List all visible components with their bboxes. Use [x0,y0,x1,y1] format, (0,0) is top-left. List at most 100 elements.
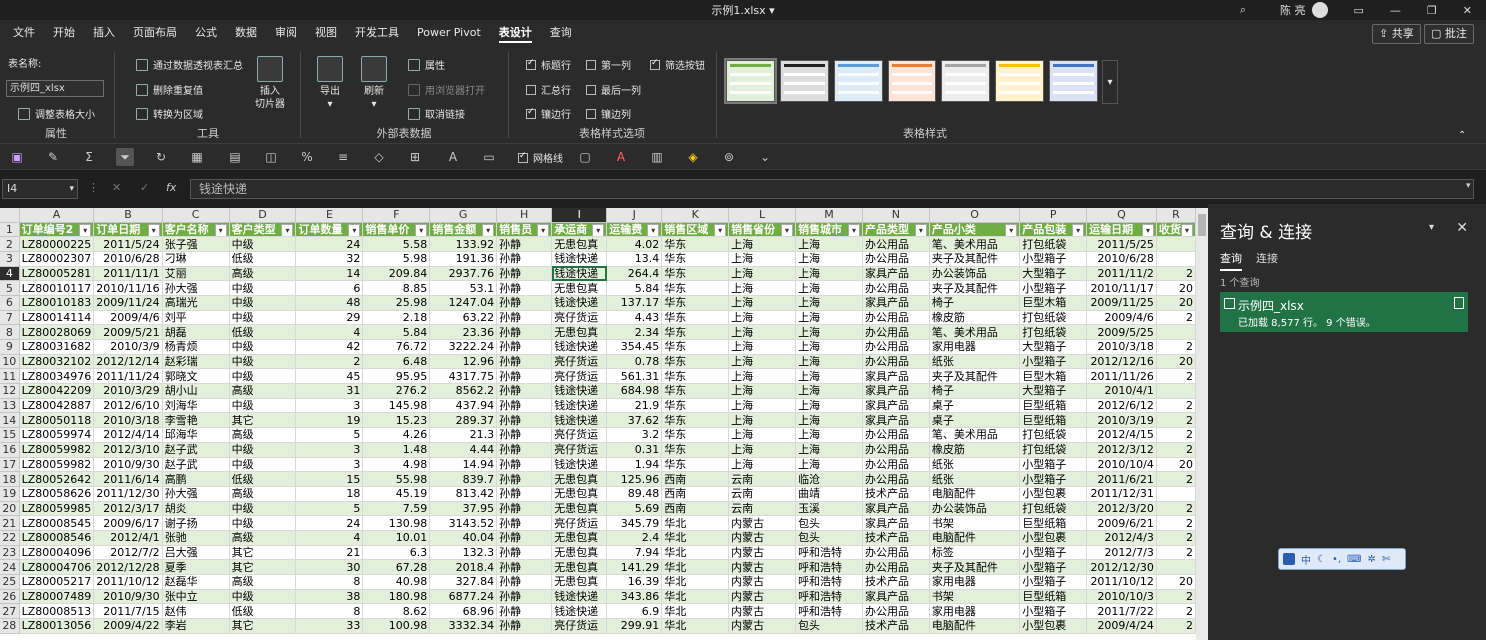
table-cell[interactable]: 孙静 [496,442,553,458]
table-cell[interactable]: 2 [1156,471,1196,487]
font-size-icon[interactable]: A [444,148,462,166]
row-number[interactable]: 26 [0,589,20,605]
table-cell[interactable]: 100.98 [362,618,431,634]
table-cell[interactable]: 上海 [795,368,863,385]
resize-table-button[interactable]: 调整表格大小 [18,106,95,121]
open-in-browser-button[interactable]: 用浏览器打开 [408,82,485,97]
table-cell[interactable]: 打包纸袋 [1019,324,1088,340]
table-cell[interactable]: 书架 [929,515,1021,531]
table-cell[interactable]: 赵子武 [162,457,230,473]
border-icon[interactable]: ▢ [576,148,594,166]
table-cell[interactable]: 办公用品 [862,324,930,340]
table-cell[interactable]: LZ80005217 [19,574,95,590]
table-cell[interactable]: 中级 [229,236,297,252]
row-number[interactable]: 23 [0,545,20,561]
table-cell[interactable] [1156,251,1196,267]
table-cell[interactable]: 华东 [661,457,730,473]
convert-to-range-button[interactable]: 转换为区域 [136,106,203,121]
table-cell[interactable]: 橡皮筋 [929,442,1021,458]
table-cell[interactable]: 2 [1156,589,1196,605]
moon-icon[interactable]: ☾ [1317,554,1326,565]
table-cell[interactable]: 2010/3/19 [1086,412,1157,429]
table-cell[interactable]: 华北 [661,618,730,634]
table-cell[interactable]: 95.95 [362,368,431,385]
table-cell[interactable]: 笔、美术用品 [929,427,1021,443]
table-cell[interactable]: 中级 [229,515,297,531]
table-cell[interactable]: 813.42 [429,486,498,502]
table-cell[interactable]: 2009/4/22 [93,618,163,634]
table-cell[interactable]: 76.72 [362,339,431,355]
table-cell[interactable]: 4.26 [362,427,431,443]
table-cell[interactable]: 48 [295,295,364,311]
table-cell[interactable]: 2 [1156,545,1196,561]
table-cell[interactable]: 2009/11/25 [1086,295,1157,311]
table-cell[interactable] [1156,559,1196,575]
table-cell[interactable]: 4.44 [429,442,498,458]
table-cell[interactable]: 2.34 [606,324,663,340]
table-cell[interactable]: 2012/12/30 [1086,559,1157,575]
table-cell[interactable]: 其它 [229,618,297,634]
style-blue2-light[interactable] [1049,60,1099,102]
row-number[interactable]: 20 [0,501,20,517]
table-cell[interactable]: 3332.34 [429,618,498,634]
table-cell[interactable]: 0.31 [606,442,663,458]
table-cell[interactable]: 钱途快递 [551,457,608,473]
table-cell[interactable]: 20 [1156,280,1196,296]
table-cell[interactable]: 5 [295,501,364,517]
table-cell[interactable]: 14.94 [429,457,498,473]
table-cell[interactable]: 小型箱子 [1019,603,1088,620]
table-cell[interactable]: 曲靖 [795,486,863,502]
table-cell[interactable]: 2010/6/28 [93,251,163,267]
table-cell[interactable]: 上海 [728,324,797,340]
table-cell[interactable]: 437.94 [429,398,498,414]
table-cell[interactable]: 2012/4/15 [1086,427,1157,443]
table-cell[interactable]: 上海 [795,457,863,473]
table-cell[interactable]: 2018.4 [429,559,498,575]
table-cell[interactable]: 2010/3/18 [93,412,163,429]
banded-columns-checkbox[interactable]: 镶边列 [586,106,631,121]
table-cell[interactable]: 8 [295,574,364,590]
table-cell[interactable]: LZ80059982 [19,442,95,458]
table-cell[interactable]: 327.84 [429,574,498,590]
table-cell[interactable]: 无患包真 [551,486,608,502]
table-cell[interactable]: 孙静 [496,427,553,443]
table-cell[interactable] [1156,236,1196,252]
table-cell[interactable]: 3 [295,457,364,473]
table-cell[interactable]: 2010/11/17 [1086,280,1157,296]
table-cell[interactable]: 20 [1156,354,1196,370]
table-cell[interactable]: LZ80059974 [19,427,95,443]
table-cell[interactable]: 高级 [229,383,297,399]
table-cell[interactable]: 289.37 [429,412,498,429]
table-cell[interactable]: 巨型木箱 [1019,295,1088,311]
close-icon[interactable]: ✕ [1463,4,1472,17]
table-cell[interactable]: 无患包真 [551,236,608,252]
table-cell[interactable]: 小型箱子 [1019,471,1088,487]
table-cell[interactable]: 大型箱子 [1019,339,1088,355]
table-cell[interactable]: 钱途快递 [551,589,608,605]
table-cell[interactable]: 亮仔货运 [551,354,608,370]
table-cell[interactable]: 孙静 [496,280,553,296]
table-cell[interactable]: 14 [295,266,364,282]
table-cell[interactable]: 40.04 [429,530,498,546]
row-number[interactable]: 15 [0,427,20,443]
table-cell[interactable]: 中级 [229,354,297,370]
table-cell[interactable]: 包头 [795,618,863,634]
table-cell[interactable]: 33 [295,618,364,634]
tab-review[interactable]: 审阅 [266,20,306,46]
table-cell[interactable]: 办公用品 [862,457,930,473]
table-cell[interactable]: 中级 [229,280,297,296]
table-cell[interactable]: 7.94 [606,545,663,561]
table-cell[interactable]: LZ80059985 [19,501,95,517]
table-cell[interactable]: 4 [295,530,364,546]
table-cell[interactable]: 24 [295,236,364,252]
table-cell[interactable]: 上海 [728,339,797,355]
style-orange-light[interactable] [887,60,937,102]
row-number[interactable]: 2 [0,236,20,252]
table-cell[interactable]: 钱途快递 [551,398,608,414]
column-header-cell[interactable]: 客户类型 [229,222,297,238]
table-cell[interactable]: 内蒙古 [728,574,797,590]
table-cell[interactable]: LZ80032102 [19,354,95,370]
insert-function-icon[interactable]: fx [166,181,176,194]
table-cell[interactable]: 中级 [229,368,297,385]
table-cell[interactable]: 胡小山 [162,383,230,399]
